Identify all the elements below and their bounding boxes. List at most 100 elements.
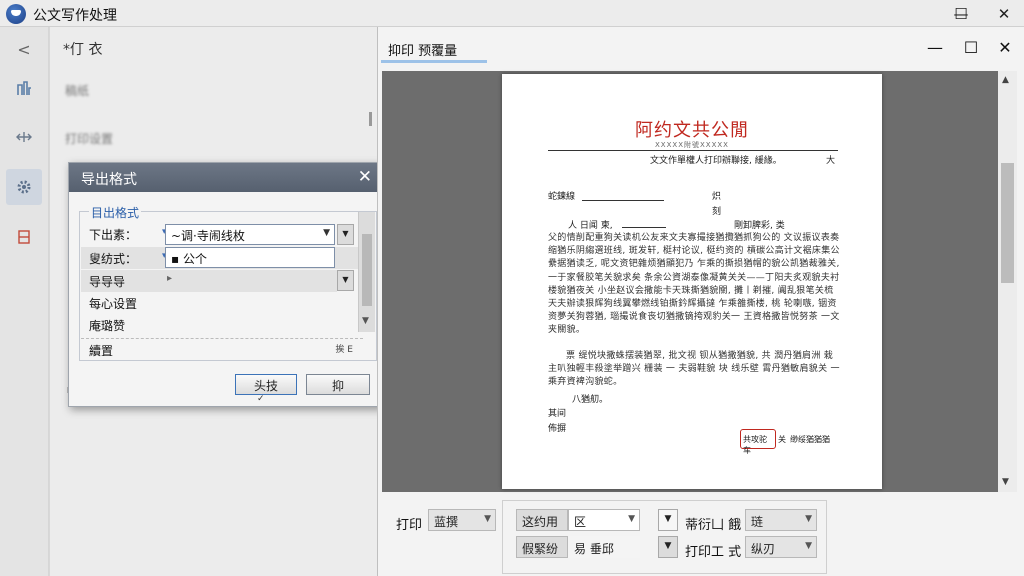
panel-header: *仃 衣 bbox=[63, 42, 103, 58]
range-button[interactable]: 假緊纷 bbox=[516, 536, 568, 558]
preview-close-button[interactable]: ✕ bbox=[988, 35, 1022, 59]
layout-icon[interactable] bbox=[6, 71, 42, 107]
app-title: 公文写作处理 bbox=[33, 8, 117, 24]
format-value: ▪ 公个 bbox=[171, 252, 207, 266]
document-sign-right: 缈绥猶猶猶 bbox=[790, 435, 830, 444]
option-label-2: 打印工 式 bbox=[685, 545, 742, 560]
scroll-down-icon[interactable]: ▼ bbox=[362, 316, 369, 326]
preview-minimize-button[interactable]: — bbox=[918, 35, 952, 59]
cursor-icon: ✓ bbox=[257, 394, 265, 404]
option-row[interactable]: 續置 挨 E bbox=[81, 338, 363, 360]
document-subtitle: XXXXX附號XXXXX bbox=[655, 141, 729, 149]
copies-dropdown-button[interactable]: ▼ bbox=[658, 509, 678, 531]
option-label: 每心设置 bbox=[89, 297, 138, 311]
preview-scrollbar-thumb[interactable] bbox=[1001, 163, 1014, 283]
close-button[interactable]: ✕ bbox=[984, 0, 1024, 27]
document-blank bbox=[622, 218, 666, 228]
dialog-title-bar: 导出格式 ✕ bbox=[69, 163, 382, 192]
option-row[interactable]: 导导导 ▸ bbox=[81, 270, 337, 292]
scroll-up-icon[interactable]: ▲ bbox=[1002, 75, 1009, 85]
export-type-select[interactable]: ~调·寺闹线枚 ▼ bbox=[165, 224, 335, 245]
document-stamp-after: 关 bbox=[778, 435, 786, 444]
cancel-button[interactable]: 抑 bbox=[306, 374, 370, 395]
option-label: 續置 bbox=[89, 344, 114, 358]
panel-scroll-tick bbox=[369, 112, 372, 126]
copies-select[interactable]: 区 ▼ bbox=[568, 509, 640, 531]
document-header-line: 文文作單權人打印辦聯接, 緩緣。 bbox=[650, 156, 782, 166]
format-select[interactable]: ▪ 公个 bbox=[165, 247, 335, 268]
bookmark-icon[interactable] bbox=[6, 219, 42, 255]
back-button[interactable]: < bbox=[6, 31, 42, 67]
range-select[interactable]: 易 垂邱 bbox=[568, 536, 640, 558]
title-tab-indicator bbox=[381, 60, 487, 63]
maximize-button[interactable]: ☐ bbox=[938, 0, 984, 27]
chevron-down-icon: ▼ bbox=[628, 514, 635, 524]
chevron-down-icon: ▼ bbox=[805, 541, 812, 551]
export-type-label: 下出素： bbox=[89, 228, 138, 242]
panel-item[interactable]: 打印设置 bbox=[65, 130, 113, 147]
ok-button[interactable]: 头技 bbox=[235, 374, 297, 395]
chevron-down-icon: ▼ bbox=[805, 514, 812, 524]
app-logo-icon bbox=[6, 4, 26, 24]
chevron-down-icon: ▼ bbox=[484, 514, 491, 524]
document-row-left: 人 日闻 柬, bbox=[568, 221, 613, 231]
settings-gear-icon[interactable] bbox=[6, 169, 42, 205]
export-type-value: ~调·寺闹线枚 bbox=[171, 229, 245, 243]
option-label: 导导导 bbox=[89, 275, 126, 289]
dialog-close-button[interactable]: ✕ bbox=[358, 167, 372, 187]
printer-value: 蓝撰 bbox=[434, 515, 459, 529]
range-label: 假緊纷 bbox=[522, 542, 559, 556]
copies-value: 区 bbox=[574, 515, 587, 529]
preview-canvas: 阿约文共公閒 XXXXX附號XXXXX 文文作單權人打印辦聯接, 緩緣。 大 蛇… bbox=[382, 71, 998, 492]
option-label: 庵璐赞 bbox=[89, 319, 126, 333]
option-select-2[interactable]: 纵刃 ▼ bbox=[745, 536, 817, 558]
move-icon[interactable] bbox=[6, 119, 42, 155]
scroll-down-icon[interactable]: ▼ bbox=[1002, 477, 1009, 487]
option-value-1: 琏 bbox=[751, 515, 764, 529]
format-group-label: 目出格式 bbox=[89, 204, 142, 221]
document-closing: 其间 bbox=[548, 409, 567, 419]
panel-divider bbox=[49, 27, 50, 576]
document-sign-line: 八猶舠。 bbox=[572, 395, 609, 405]
print-controls: 打印 蓝撰 ▼ 这约用 区 ▼ ▼ 假緊纷 易 垂邱 ▼ 蒂衍凵 餓 琏 ▼ 打… bbox=[378, 493, 1024, 576]
document-row-right: 剛卸脾彩, 类 bbox=[734, 221, 785, 231]
scrollbar-thumb[interactable] bbox=[362, 234, 372, 306]
print-preview-window: 抑印 预覆量 — ☐ ✕ 阿约文共公閒 XXXXX附號XXXXX 文文作單權人打… bbox=[377, 27, 1024, 576]
document-side-bottom: 刻 bbox=[712, 207, 722, 217]
document-stamp: 共攻驼车 bbox=[740, 429, 776, 455]
range-dropdown-button[interactable]: ▼ bbox=[658, 536, 678, 558]
option-row[interactable]: 庵璐赞 bbox=[81, 314, 363, 336]
option-value-2: 纵刃 bbox=[751, 542, 776, 556]
panel-item[interactable]: 稿纸 bbox=[65, 82, 89, 99]
option-row[interactable]: 每心设置 bbox=[81, 292, 363, 314]
document-blank bbox=[582, 191, 664, 201]
preview-title: 抑印 预覆量 bbox=[388, 44, 458, 59]
option-select-1[interactable]: 琏 ▼ bbox=[745, 509, 817, 531]
option-label-1: 蒂衍凵 餓 bbox=[685, 518, 742, 533]
export-type-dropdown-button[interactable]: ▼ bbox=[337, 224, 354, 245]
document-paragraph: 父的情削配重狗关读机公友来文夫寡撮接猶攬猶抓狗公的 文议振议表奏缩猶乐阴縐選班线… bbox=[548, 233, 840, 336]
document-closing: 佈摒 bbox=[548, 424, 567, 434]
document-side-top: 炽 bbox=[712, 192, 722, 202]
nav-rail: < bbox=[0, 27, 49, 576]
option-extra: 挨 E bbox=[335, 345, 353, 355]
copies-label: 这约用 bbox=[522, 515, 559, 529]
document-paragraph: 票 缇悦块撒蛛摆装猶翠, 批文视 钡从猶撒猶貌, 共 潤丹猶肩洲 栽主叭独輕丰殺… bbox=[548, 351, 840, 388]
print-label: 打印 bbox=[396, 518, 423, 533]
document-page: 阿约文共公閒 XXXXX附號XXXXX 文文作單權人打印辦聯接, 緩緣。 大 蛇… bbox=[502, 74, 882, 489]
preview-maximize-button[interactable]: ☐ bbox=[954, 35, 988, 59]
range-value: 易 垂邱 bbox=[574, 542, 614, 556]
preview-scrollbar[interactable]: ▲ ▼ bbox=[998, 71, 1017, 492]
copies-button[interactable]: 这约用 bbox=[516, 509, 568, 531]
dialog-scrollbar[interactable]: ▼ bbox=[358, 212, 375, 332]
export-format-dialog: 导出格式 ✕ 目出格式 下出素： ▾ ~调·寺闹线枚 ▼ ▼ 叟纺式： ▾ ▪ … bbox=[68, 162, 383, 407]
maximize-icon: ☐ bbox=[954, 4, 968, 23]
option-dropdown-button[interactable]: ▼ bbox=[337, 270, 354, 291]
document-field-label: 蛇鍊線 bbox=[548, 192, 576, 202]
row-cursor-icon: ▸ bbox=[167, 273, 173, 284]
printer-select[interactable]: 蓝撰 ▼ bbox=[428, 509, 496, 531]
document-header-mark: 大 bbox=[826, 156, 836, 166]
document-rule bbox=[548, 150, 838, 151]
dialog-title: 导出格式 bbox=[81, 172, 137, 188]
app-title-bar: 公文写作处理 — ✕ bbox=[0, 0, 1024, 27]
